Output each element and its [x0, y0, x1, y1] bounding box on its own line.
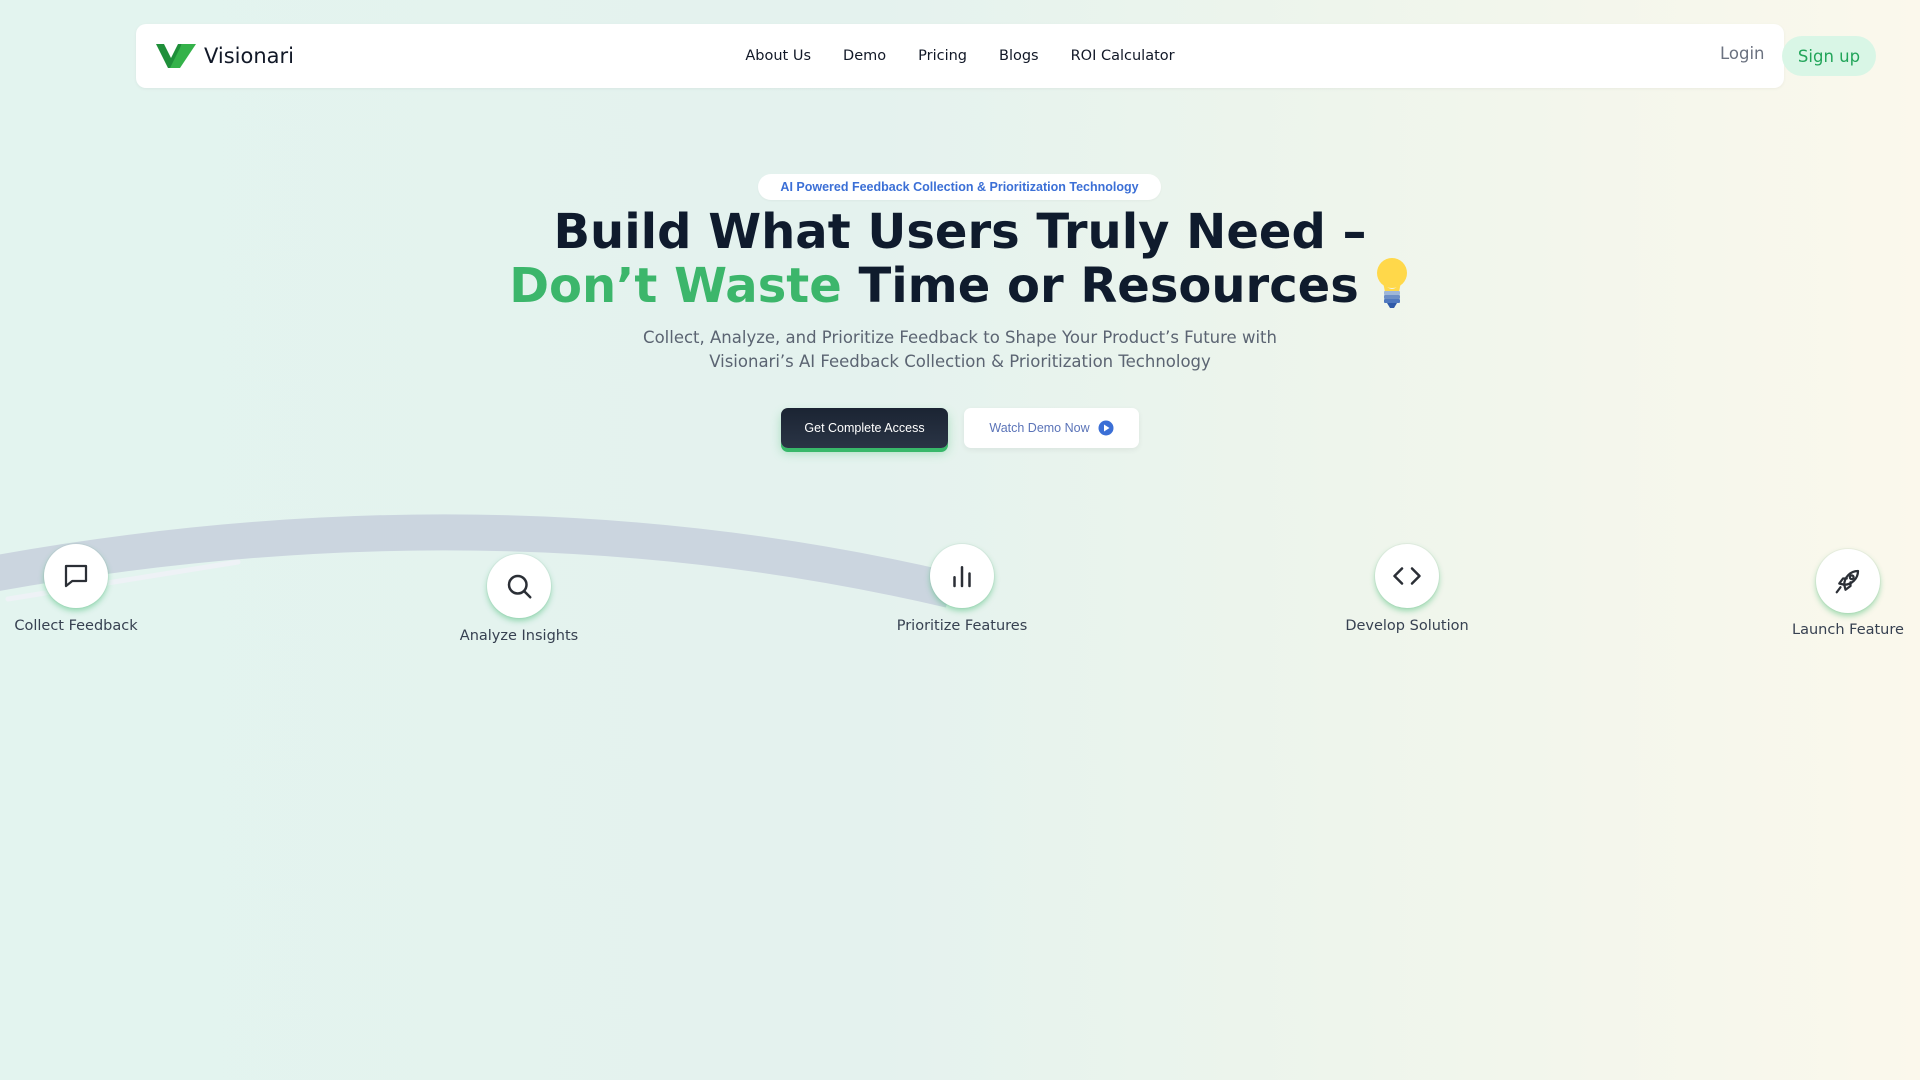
- code-icon: [1393, 567, 1421, 585]
- subtitle-line-2: Visionari’s AI Feedback Collection & Pri…: [709, 352, 1211, 371]
- step-label-prioritize-features: Prioritize Features: [896, 618, 1028, 634]
- subtitle-line-1: Collect, Analyze, and Prioritize Feedbac…: [643, 328, 1277, 347]
- step-analyze-insights[interactable]: [487, 554, 551, 618]
- bar-chart-icon: [953, 566, 971, 588]
- step-collect-feedback[interactable]: [44, 544, 108, 608]
- hero-tag-badge: AI Powered Feedback Collection & Priorit…: [758, 174, 1161, 200]
- play-icon: [1098, 420, 1114, 436]
- login-link[interactable]: Login: [1720, 44, 1765, 68]
- headline-line-2: Don’t Waste Time or Resources: [360, 256, 1560, 310]
- top-navbar: Visionari About Us Demo Pricing Blogs RO…: [136, 24, 1876, 88]
- step-label-launch-feature: Launch Feature: [1792, 622, 1904, 638]
- headline-line-1: Build What Users Truly Need –: [553, 204, 1367, 260]
- step-prioritize-features[interactable]: [930, 544, 994, 608]
- step-label-develop-solution: Develop Solution: [1345, 618, 1469, 634]
- watch-demo-button[interactable]: Watch Demo Now: [964, 408, 1139, 448]
- lightbulb-icon: [1376, 258, 1407, 308]
- brand[interactable]: Visionari: [156, 40, 294, 72]
- step-launch-feature[interactable]: [1816, 549, 1880, 613]
- watch-demo-label: Watch Demo Now: [989, 421, 1090, 435]
- hero-subtitle: Collect, Analyze, and Prioritize Feedbac…: [460, 326, 1460, 374]
- nav-link-pricing[interactable]: Pricing: [918, 48, 967, 64]
- hero-headline: Build What Users Truly Need – Don’t Wast…: [360, 208, 1560, 310]
- headline-line-2-rest: Time or Resources: [858, 258, 1359, 314]
- signup-button[interactable]: Sign up: [1782, 36, 1876, 76]
- brand-name: Visionari: [204, 44, 295, 68]
- nav-link-demo[interactable]: Demo: [843, 48, 886, 64]
- feedback-journey: Collect Feedback Analyze Insights Priori…: [0, 500, 1920, 660]
- step-develop-solution[interactable]: [1375, 544, 1439, 608]
- step-label-analyze-insights: Analyze Insights: [459, 628, 579, 644]
- rocket-icon: [1835, 569, 1860, 594]
- nav-links: About Us Demo Pricing Blogs ROI Calculat…: [136, 24, 1784, 88]
- step-label-collect-feedback: Collect Feedback: [14, 618, 138, 634]
- message-icon: [64, 564, 88, 588]
- nav-link-about-us[interactable]: About Us: [745, 48, 811, 64]
- search-icon: [507, 574, 532, 599]
- nav-link-blogs[interactable]: Blogs: [999, 48, 1039, 64]
- get-complete-access-button[interactable]: Get Complete Access: [781, 408, 948, 448]
- visionari-logo-icon: [156, 44, 196, 68]
- nav-link-roi-calculator[interactable]: ROI Calculator: [1071, 48, 1175, 64]
- headline-highlight: Don’t Waste: [509, 258, 842, 314]
